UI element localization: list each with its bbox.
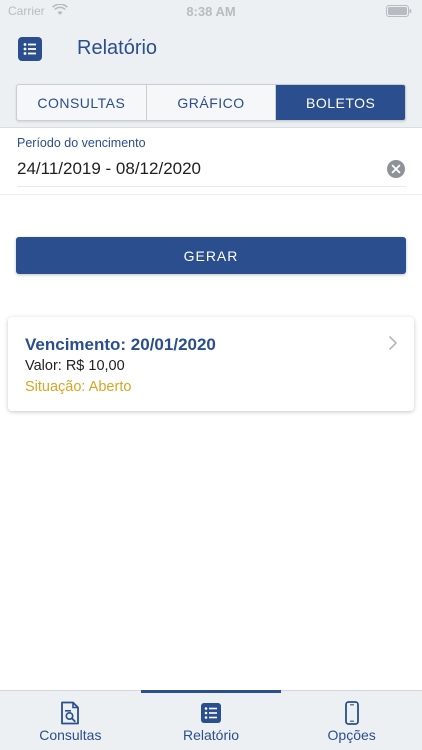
tab-opcoes[interactable]: Opções [281,691,422,750]
clear-circle-icon[interactable] [386,159,406,179]
nav-bar: Relatório [0,22,422,78]
boleto-status: Situação: Aberto [25,379,132,395]
status-time: 8:38 AM [186,4,236,19]
battery-icon [386,5,412,17]
segment-consultas[interactable]: CONSULTAS [17,85,147,120]
tab-bar: Consultas Relatório Opções [0,690,422,750]
chevron-right-icon [389,336,397,350]
period-label: Período do vencimento [17,136,146,150]
section-divider [0,194,422,195]
tab-label-opcoes: Opções [327,727,376,743]
period-date-field[interactable]: 24/11/2019 - 08/12/2020 [17,159,201,179]
tab-label-consultas: Consultas [39,727,102,743]
document-search-icon [61,701,80,725]
list-icon [201,703,221,723]
segment-area: CONSULTAS GRÁFICO BOLETOS [0,78,422,128]
boleto-due-date: Vencimento: 20/01/2020 [25,335,216,354]
segment-grafico[interactable]: GRÁFICO [147,85,277,120]
segment-boletos[interactable]: BOLETOS [276,85,405,120]
tab-label-relatorio: Relatório [182,727,240,743]
period-underline [17,186,406,187]
boleto-value: Valor: R$ 10,00 [25,358,125,374]
page-title: Relatório [77,37,158,59]
boleto-card[interactable]: Vencimento: 20/01/2020 Valor: R$ 10,00 S… [8,317,414,411]
status-bar: Carrier 8:38 AM [0,0,422,22]
phone-icon [344,701,359,725]
tab-relatorio[interactable]: Relatório [140,690,282,750]
list-icon[interactable] [18,37,42,61]
tab-consultas[interactable]: Consultas [0,691,141,750]
report-type-segmented-control: CONSULTAS GRÁFICO BOLETOS [16,84,406,121]
gerar-button[interactable]: GERAR [16,237,406,274]
